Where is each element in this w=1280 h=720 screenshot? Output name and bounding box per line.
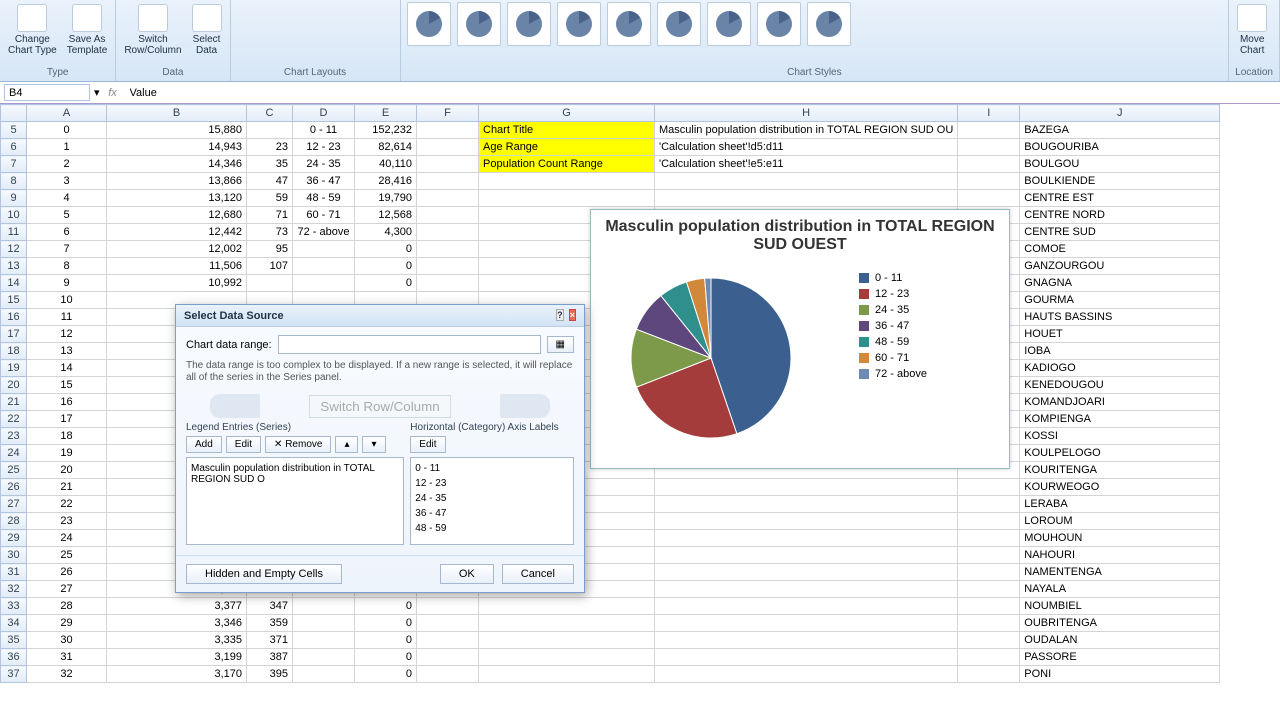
save-as-template-button[interactable]: Save AsTemplate — [65, 2, 110, 58]
series-move-up-button[interactable]: ▴ — [335, 436, 358, 453]
pie-chart — [591, 258, 851, 448]
dialog-note: The data range is too complex to be disp… — [186, 360, 574, 384]
legend-item: 24 - 35 — [859, 304, 927, 316]
series-edit-button[interactable]: Edit — [226, 436, 261, 453]
chart-title: Masculin population distribution in TOTA… — [591, 210, 1009, 258]
series-section-title: Legend Entries (Series) — [186, 422, 404, 433]
dialog-close-button[interactable]: × — [569, 309, 576, 321]
series-list-item[interactable]: Masculin population distribution in TOTA… — [190, 461, 400, 487]
chart-legend: 0 - 11 12 - 23 24 - 35 36 - 47 48 - 59 60 - 7… — [851, 258, 935, 448]
ribbon: ChangeChart Type Save AsTemplate Type Sw… — [0, 0, 1280, 82]
axis-list-item[interactable]: 48 - 59 — [414, 521, 570, 536]
move-chart-button[interactable]: MoveChart — [1235, 2, 1269, 58]
chart-style-thumb[interactable] — [707, 2, 751, 46]
embedded-chart[interactable]: Masculin population distribution in TOTA… — [590, 209, 1010, 469]
hidden-empty-cells-button[interactable]: Hidden and Empty Cells — [186, 564, 342, 584]
legend-item: 60 - 71 — [859, 352, 927, 364]
chart-style-thumb[interactable] — [407, 2, 451, 46]
chart-style-thumb[interactable] — [557, 2, 601, 46]
chart-style-thumb[interactable] — [457, 2, 501, 46]
ribbon-group-location: Location — [1235, 66, 1273, 79]
chart-style-thumb[interactable] — [657, 2, 701, 46]
axis-list-item[interactable]: 24 - 35 — [414, 491, 570, 506]
arrow-right-icon — [500, 394, 550, 418]
axis-list-item[interactable]: 12 - 23 — [414, 476, 570, 491]
legend-item: 36 - 47 — [859, 320, 927, 332]
series-list[interactable]: Masculin population distribution in TOTA… — [186, 457, 404, 545]
series-move-down-button[interactable]: ▾ — [362, 436, 385, 453]
name-box[interactable] — [4, 84, 90, 101]
chart-data-range-input[interactable] — [278, 335, 541, 354]
select-data-button[interactable]: SelectData — [190, 2, 224, 58]
switch-row-column-dialog-button: Switch Row/Column — [309, 395, 450, 418]
change-chart-type-button[interactable]: ChangeChart Type — [6, 2, 59, 58]
axis-edit-button[interactable]: Edit — [410, 436, 445, 453]
ribbon-group-data: Data — [122, 66, 223, 79]
arrow-left-icon — [210, 394, 260, 418]
legend-item: 0 - 11 — [859, 272, 927, 284]
legend-item: 48 - 59 — [859, 336, 927, 348]
ribbon-group-styles: Chart Styles — [407, 66, 1223, 79]
series-remove-button[interactable]: ✕ Remove — [265, 436, 331, 453]
ok-button[interactable]: OK — [440, 564, 494, 584]
chart-style-thumb[interactable] — [807, 2, 851, 46]
select-data-source-dialog: Select Data Source ? × Chart data range:… — [175, 304, 585, 593]
dropdown-icon[interactable]: ▾ — [94, 86, 100, 99]
worksheet[interactable]: ABCDEFGHIJ5015,8800 - 11152,232Chart Tit… — [0, 104, 1280, 720]
fx-icon[interactable]: fx — [104, 87, 122, 99]
axis-list-item[interactable]: 36 - 47 — [414, 506, 570, 521]
dialog-title: Select Data Source — [184, 310, 284, 322]
legend-item: 12 - 23 — [859, 288, 927, 300]
series-add-button[interactable]: Add — [186, 436, 222, 453]
cancel-button[interactable]: Cancel — [502, 564, 574, 584]
chart-style-thumb[interactable] — [507, 2, 551, 46]
axis-section-title: Horizontal (Category) Axis Labels — [410, 422, 574, 433]
formula-input[interactable] — [126, 84, 1276, 101]
chart-style-thumb[interactable] — [757, 2, 801, 46]
range-picker-icon[interactable]: ▦ — [547, 336, 574, 353]
dialog-help-button[interactable]: ? — [556, 309, 564, 321]
axis-list-item[interactable]: 0 - 11 — [414, 461, 570, 476]
ribbon-group-type: Type — [6, 66, 109, 79]
switch-row-column-button[interactable]: SwitchRow/Column — [122, 2, 183, 58]
chart-styles-gallery[interactable] — [407, 2, 1223, 46]
chart-style-thumb[interactable] — [607, 2, 651, 46]
formula-bar: ▾ fx — [0, 82, 1280, 104]
ribbon-group-layouts: Chart Layouts — [237, 66, 394, 79]
chart-data-range-label: Chart data range: — [186, 339, 272, 351]
legend-item: 72 - above — [859, 368, 927, 380]
axis-labels-list[interactable]: 0 - 1112 - 2324 - 3536 - 4748 - 59 — [410, 457, 574, 545]
